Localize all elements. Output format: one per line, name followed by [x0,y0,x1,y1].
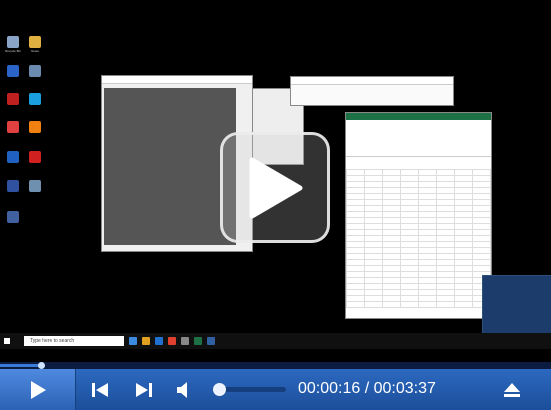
excel-titlebar [346,113,491,120]
taskbar: Type here to search [0,333,551,349]
total-time: 00:03:37 [373,380,436,397]
excel-window [345,112,492,319]
play-overlay-button[interactable] [220,132,330,243]
taskbar-app-icon [168,337,176,345]
application-icon [29,65,41,77]
skip-back-icon [92,383,108,397]
taskbar-search-box: Type here to search [24,336,124,346]
grayscale-image [104,88,236,245]
skip-forward-icon [136,383,152,397]
previous-button[interactable] [88,378,112,402]
speaker-icon [177,382,187,398]
toolbar-window-titlebar [291,77,453,85]
taskbar-app-icon [207,337,215,345]
desktop-icon[interactable] [22,121,48,134]
excel-sheet-grid [346,169,491,308]
desktop-icon[interactable] [22,65,48,78]
desktop-icon[interactable] [22,151,48,164]
taskbar-app-icon [155,337,163,345]
application-icon [7,180,19,192]
play-icon [30,380,46,399]
taskbar-app-icon [129,337,137,345]
application-icon [7,65,19,77]
volume-slider[interactable] [213,383,286,396]
taskbar-app-icon [194,337,202,345]
desktop-icon[interactable] [22,180,48,193]
application-icon [29,121,41,133]
application-icon [7,211,19,223]
excel-ribbon [346,120,491,157]
desktop-icon-label: Notes [31,49,39,53]
volume-button[interactable] [172,378,192,402]
current-time: 00:00:16 [298,380,361,397]
desktop-icon[interactable] [0,211,26,224]
player-controls: 00:00:16 / 00:03:37 [0,369,551,410]
application-icon [29,180,41,192]
desktop-icon[interactable]: Notes [22,36,48,53]
seek-bar-handle[interactable] [37,362,45,369]
seek-bar-fill [0,364,41,367]
desktop-icon[interactable] [22,93,48,106]
application-icon [7,121,19,133]
play-button[interactable] [0,369,76,410]
taskbar-app-icon [142,337,150,345]
application-icon [7,151,19,163]
eject-icon [504,383,520,397]
windows-start-icon [4,338,10,344]
volume-slider-handle[interactable] [213,383,227,396]
play-icon [249,157,303,218]
application-icon [29,93,41,105]
seek-bar[interactable] [0,362,551,369]
application-icon [7,93,19,105]
eject-button[interactable] [499,378,525,402]
application-icon [29,151,41,163]
image-viewer-titlebar [102,76,252,84]
application-icon [29,36,41,48]
next-button[interactable] [132,378,156,402]
taskbar-search-placeholder: Type here to search [30,338,75,344]
time-display: 00:00:16 / 00:03:37 [298,380,436,398]
time-separator: / [360,380,374,397]
application-icon [7,36,19,48]
toolbar-window [290,76,454,106]
notification-popup [482,275,551,335]
taskbar-app-icon [181,337,189,345]
video-frame: Recycle Bin Notes Type here to search [0,0,551,362]
